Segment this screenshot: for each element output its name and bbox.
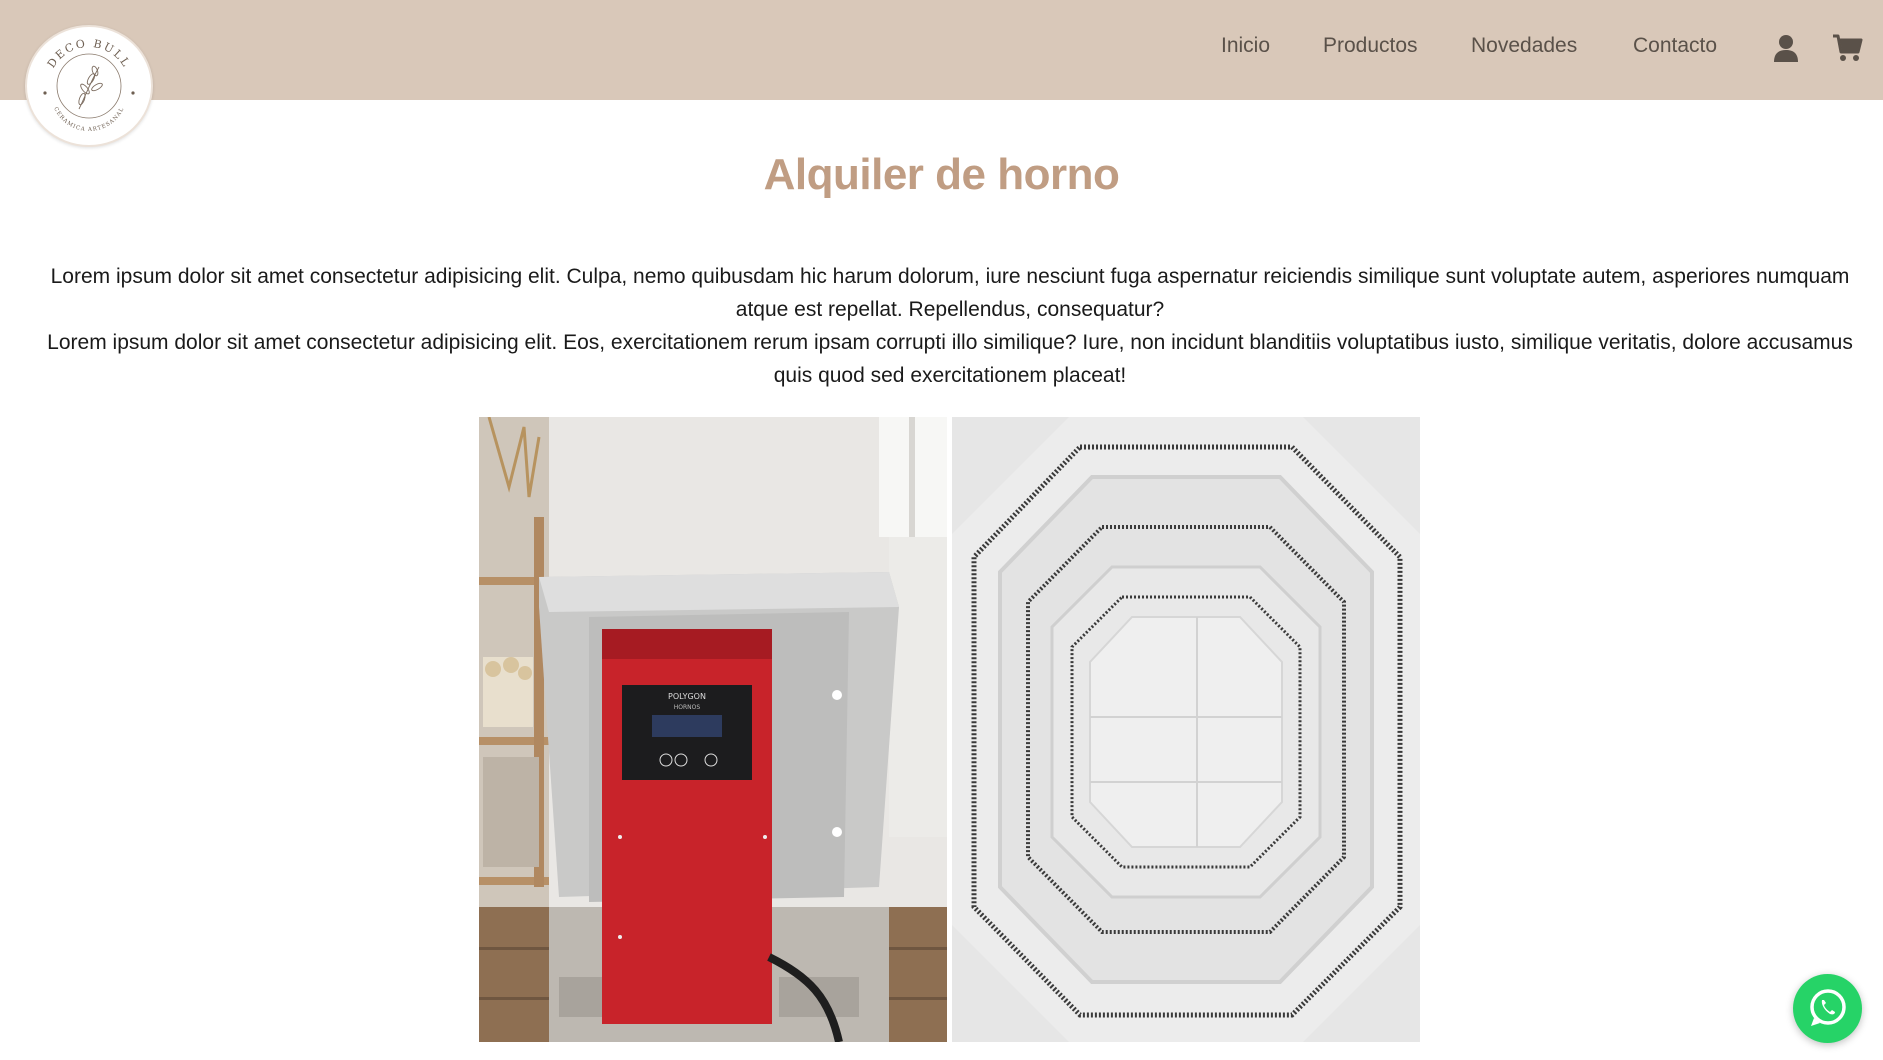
svg-text:CERAMICA ARTESANAL: CERAMICA ARTESANAL bbox=[52, 106, 125, 133]
whatsapp-icon bbox=[1810, 989, 1846, 1026]
nav-contacto[interactable]: Contacto bbox=[1633, 34, 1717, 58]
kiln-brand-text: POLYGON bbox=[668, 692, 706, 701]
brand-logo[interactable]: DECO BULL CERAMICA ARTESANAL bbox=[25, 25, 153, 147]
paragraph-1: Lorem ipsum dolor sit amet consectetur a… bbox=[50, 265, 1850, 321]
site-header: Inicio Productos Novedades Contacto bbox=[0, 0, 1883, 100]
nav-productos[interactable]: Productos bbox=[1323, 34, 1418, 58]
nav-inicio[interactable]: Inicio bbox=[1221, 34, 1270, 58]
kiln-brand-sub: HORNOS bbox=[674, 704, 701, 711]
cart-icon[interactable] bbox=[1833, 34, 1863, 66]
logo-text-top: DECO BULL bbox=[45, 37, 131, 71]
kiln-exterior-photo: POLYGON HORNOS bbox=[479, 417, 947, 1042]
page-description: Lorem ipsum dolor sit amet consectetur a… bbox=[40, 260, 1860, 392]
page-title: Alquiler de horno bbox=[763, 150, 1120, 199]
paragraph-2: Lorem ipsum dolor sit amet consectetur a… bbox=[47, 331, 1853, 387]
main-nav: Inicio Productos Novedades Contacto bbox=[0, 34, 1883, 66]
kiln-interior-photo bbox=[952, 417, 1420, 1042]
nav-novedades[interactable]: Novedades bbox=[1471, 34, 1577, 58]
logo-text-bottom: CERAMICA ARTESANAL bbox=[52, 106, 124, 133]
user-icon[interactable] bbox=[1773, 34, 1799, 66]
olive-branch-icon bbox=[78, 65, 103, 110]
svg-text:DECO BULL: DECO BULL bbox=[45, 37, 133, 71]
whatsapp-button[interactable] bbox=[1793, 974, 1862, 1043]
